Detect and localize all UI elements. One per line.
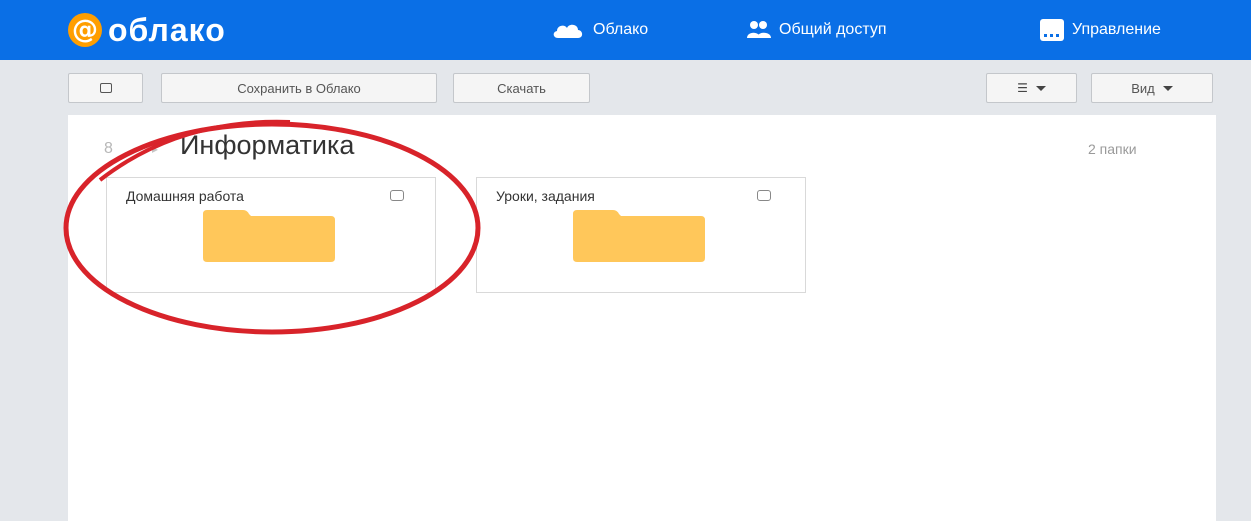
logo-text: облако — [108, 12, 226, 48]
manage-icon — [1040, 19, 1064, 41]
view-button-label: Вид — [1131, 80, 1155, 96]
people-icon — [747, 21, 771, 38]
breadcrumb-parent[interactable]: 8 — [104, 140, 113, 158]
view-button[interactable]: Вид — [1091, 73, 1213, 103]
logo-at-icon: @ — [68, 13, 102, 47]
cloud-icon — [553, 24, 583, 38]
checkbox-icon — [99, 83, 112, 93]
folder-icon — [573, 210, 705, 262]
folder-icon — [203, 210, 335, 262]
chevron-down-icon — [1162, 85, 1173, 91]
download-button[interactable]: Скачать — [453, 73, 590, 103]
nav-shared-access[interactable]: Общий доступ — [747, 0, 887, 60]
nav-manage[interactable]: Управление — [1040, 0, 1161, 60]
folder-name: Домашняя работа — [126, 188, 244, 204]
chevron-down-icon — [1035, 85, 1046, 91]
folder-card[interactable]: Уроки, задания — [476, 177, 806, 293]
folder-count: 2 папки — [1088, 141, 1137, 157]
folder-card[interactable]: Домашняя работа — [106, 177, 436, 293]
nav-manage-label: Управление — [1072, 21, 1161, 38]
folder-name: Уроки, задания — [496, 188, 595, 204]
folder-checkbox[interactable] — [757, 190, 771, 201]
sort-button[interactable]: ☰ — [986, 73, 1077, 103]
content-panel — [68, 115, 1216, 521]
select-all-checkbox[interactable] — [68, 73, 143, 103]
top-bar: @ облако Облако Общий доступ Управление — [0, 0, 1251, 60]
nav-shared-label: Общий доступ — [779, 21, 887, 38]
sort-icon: ☰ — [1017, 81, 1028, 95]
nav-cloud[interactable]: Облако — [551, 0, 648, 60]
nav-cloud-label: Облако — [593, 21, 649, 38]
logo[interactable]: @ облако — [68, 13, 226, 47]
breadcrumb-separator-icon: ▸ — [152, 142, 159, 156]
save-to-cloud-button[interactable]: Сохранить в Облако — [161, 73, 437, 103]
folder-checkbox[interactable] — [390, 190, 404, 201]
folder-title: Информатика — [180, 130, 355, 160]
